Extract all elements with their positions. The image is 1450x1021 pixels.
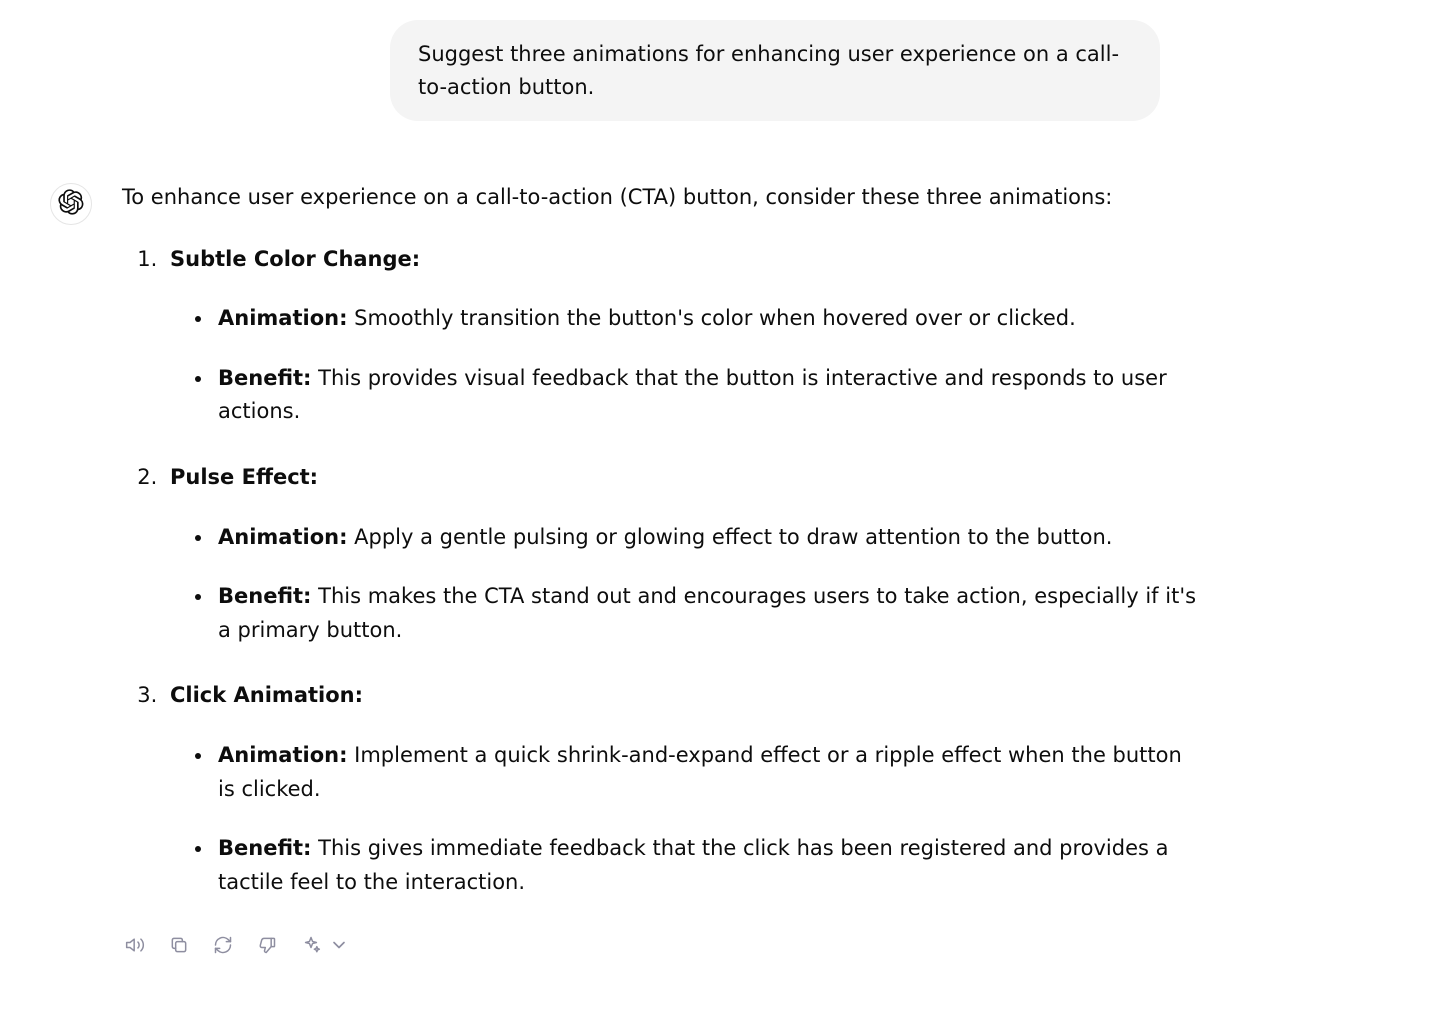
regenerate-button[interactable] [212, 937, 234, 959]
assistant-avatar [50, 183, 92, 225]
benefit-text: This provides visual feedback that the b… [218, 366, 1167, 424]
animation-label: Animation: [218, 525, 347, 549]
list-item: Benefit: This gives immediate feedback t… [214, 832, 1202, 899]
user-message-bubble: Suggest three animations for enhancing u… [390, 20, 1160, 121]
chat-container: Suggest three animations for enhancing u… [0, 0, 1450, 959]
sparkle-icon [301, 932, 321, 966]
user-message-text: Suggest three animations for enhancing u… [418, 42, 1119, 99]
read-aloud-button[interactable] [124, 937, 146, 959]
animation-text: Apply a gentle pulsing or glowing effect… [347, 525, 1112, 549]
speaker-icon [125, 932, 145, 966]
item-title: Pulse Effect: [170, 465, 318, 489]
sub-list: Animation: Apply a gentle pulsing or glo… [170, 521, 1202, 648]
benefit-label: Benefit: [218, 366, 311, 390]
list-item: Benefit: This provides visual feedback t… [214, 362, 1202, 429]
copy-button[interactable] [168, 937, 190, 959]
benefit-text: This gives immediate feedback that the c… [218, 836, 1169, 894]
list-item: Benefit: This makes the CTA stand out an… [214, 580, 1202, 647]
list-item: Click Animation: Animation: Implement a … [164, 679, 1202, 899]
benefit-label: Benefit: [218, 836, 311, 860]
list-item: Subtle Color Change: Animation: Smoothly… [164, 243, 1202, 429]
sub-list: Animation: Implement a quick shrink-and-… [170, 739, 1202, 899]
change-model-button[interactable] [300, 937, 322, 959]
openai-logo-icon [58, 189, 84, 219]
list-item: Animation: Implement a quick shrink-and-… [214, 739, 1202, 806]
animation-text: Implement a quick shrink-and-expand effe… [218, 743, 1182, 801]
copy-icon [169, 932, 189, 966]
item-title: Subtle Color Change: [170, 247, 420, 271]
message-actions [124, 937, 1202, 959]
refresh-icon [213, 932, 233, 966]
assistant-row: To enhance user experience on a call-to-… [50, 181, 1390, 959]
assistant-message: To enhance user experience on a call-to-… [122, 181, 1202, 959]
chevron-down-icon [329, 932, 349, 966]
assistant-intro: To enhance user experience on a call-to-… [122, 181, 1202, 215]
benefit-label: Benefit: [218, 584, 311, 608]
bad-response-button[interactable] [256, 937, 278, 959]
animation-label: Animation: [218, 743, 347, 767]
list-item: Animation: Apply a gentle pulsing or glo… [214, 521, 1202, 555]
list-item: Pulse Effect: Animation: Apply a gentle … [164, 461, 1202, 647]
animation-text: Smoothly transition the button's color w… [347, 306, 1075, 330]
benefit-text: This makes the CTA stand out and encoura… [218, 584, 1196, 642]
list-item: Animation: Smoothly transition the butto… [214, 302, 1202, 336]
thumbs-down-icon [257, 932, 277, 966]
model-dropdown-button[interactable] [332, 941, 346, 955]
animation-list: Subtle Color Change: Animation: Smoothly… [122, 243, 1202, 900]
animation-label: Animation: [218, 306, 347, 330]
sub-list: Animation: Smoothly transition the butto… [170, 302, 1202, 429]
item-title: Click Animation: [170, 683, 363, 707]
user-message-row: Suggest three animations for enhancing u… [50, 20, 1390, 121]
